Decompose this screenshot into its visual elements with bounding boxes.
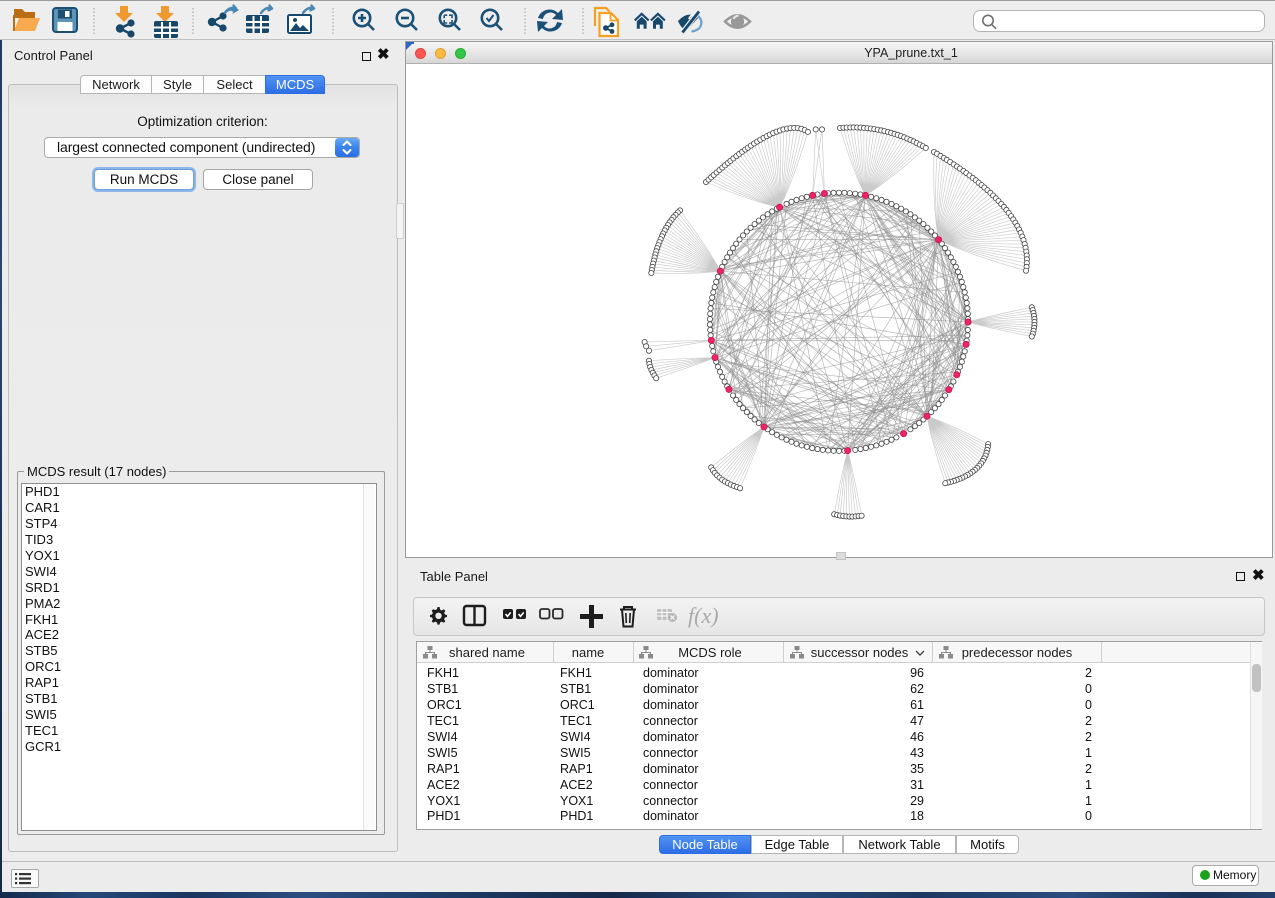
svg-text:f(x): f(x) (688, 603, 719, 628)
